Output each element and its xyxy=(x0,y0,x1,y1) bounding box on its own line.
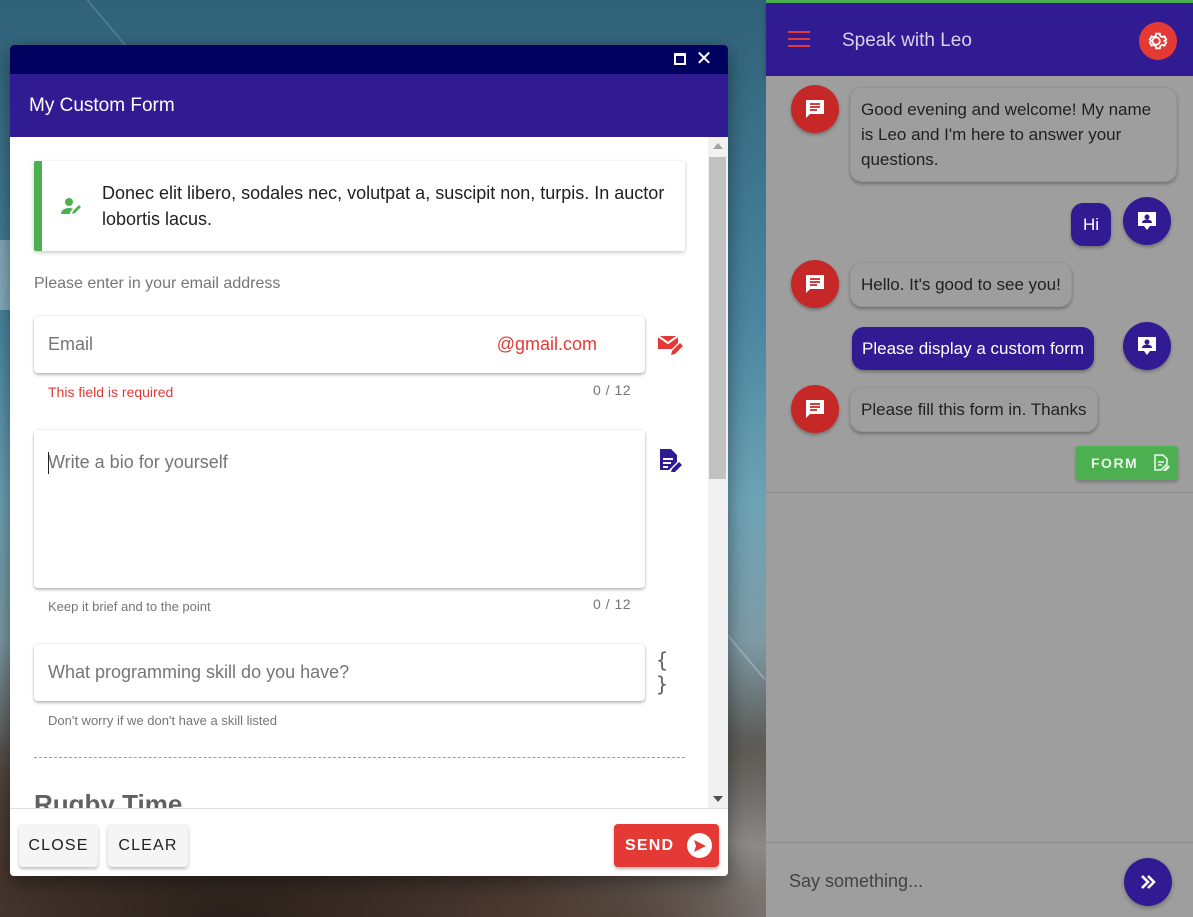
skill-input[interactable] xyxy=(48,644,628,701)
dialog-header: My Custom Form xyxy=(10,74,728,137)
text-caret xyxy=(48,452,49,474)
person-edit-icon xyxy=(42,194,102,218)
mail-edit-icon xyxy=(656,331,684,359)
scrollbar-thumb[interactable] xyxy=(709,157,726,479)
maximize-icon[interactable] xyxy=(671,50,689,68)
document-edit-icon xyxy=(1154,454,1171,471)
chat-header: Speak with Leo xyxy=(766,3,1193,76)
section-divider xyxy=(34,757,685,758)
clear-button[interactable]: CLEAR xyxy=(108,824,188,867)
bio-field-container xyxy=(34,430,645,588)
send-button-label: SEND xyxy=(625,836,675,854)
info-banner: Donec elit libero, sodales nec, volutpat… xyxy=(34,161,685,251)
gear-icon[interactable] xyxy=(1139,22,1177,60)
bio-textarea[interactable] xyxy=(48,450,628,570)
form-chip-label: FORM xyxy=(1091,455,1139,471)
chat-messages[interactable]: Good evening and welcome! My name is Leo… xyxy=(766,76,1193,492)
bio-counter: 0 / 12 xyxy=(593,596,632,612)
background-fragment xyxy=(0,240,10,310)
document-edit-icon xyxy=(656,447,684,475)
dialog-body[interactable]: Donec elit libero, sodales nec, volutpat… xyxy=(10,137,728,808)
email-counter: 0 / 12 xyxy=(593,382,632,398)
scroll-down-arrow[interactable] xyxy=(713,796,723,802)
dialog-window-bar: ✕ xyxy=(10,45,728,74)
user-avatar xyxy=(1123,322,1171,370)
user-avatar xyxy=(1123,197,1171,245)
bot-avatar xyxy=(791,85,839,133)
chat-message-bot: Hello. It's good to see you! xyxy=(850,262,1072,307)
chat-message-user: Hi xyxy=(1071,203,1111,246)
custom-form-dialog: ✕ My Custom Form Donec elit libero, soda… xyxy=(10,45,728,876)
chat-message-bot: Good evening and welcome! My name is Leo… xyxy=(850,87,1177,182)
close-button[interactable]: CLOSE xyxy=(19,824,98,867)
email-field-container: @gmail.com xyxy=(34,316,645,373)
chat-panel: Speak with Leo Good evening and welcome!… xyxy=(766,0,1193,917)
double-chevron-right-icon xyxy=(1141,875,1156,889)
bot-avatar xyxy=(791,385,839,433)
dialog-footer: CLOSE CLEAR SEND xyxy=(10,808,728,876)
chat-message-input[interactable] xyxy=(789,865,1109,897)
chat-input-bar xyxy=(766,842,1193,917)
chat-message-user: Please display a custom form xyxy=(852,327,1095,370)
bot-avatar xyxy=(791,260,839,308)
skill-help-text: Don't worry if we don't have a skill lis… xyxy=(48,713,277,728)
chat-message-bot: Please fill this form in. Thanks xyxy=(850,387,1098,432)
chat-empty-area xyxy=(766,492,1193,842)
scroll-up-arrow[interactable] xyxy=(713,143,723,149)
bio-help-text: Keep it brief and to the point xyxy=(48,599,211,614)
send-icon xyxy=(687,833,713,858)
email-suffix: @gmail.com xyxy=(496,334,597,354)
send-button[interactable]: SEND xyxy=(614,824,719,867)
banner-text: Donec elit libero, sodales nec, volutpat… xyxy=(102,183,665,229)
hamburger-menu-icon[interactable] xyxy=(788,31,810,49)
email-error: This field is required xyxy=(48,384,174,400)
scrollbar[interactable] xyxy=(708,137,728,808)
code-braces-icon: { } xyxy=(656,648,669,696)
dialog-title: My Custom Form xyxy=(29,94,175,116)
chat-title: Speak with Leo xyxy=(842,30,972,51)
close-icon[interactable]: ✕ xyxy=(695,49,713,69)
chat-send-button[interactable] xyxy=(1124,858,1172,906)
section-title: Rugby Time xyxy=(34,789,183,808)
open-form-button[interactable]: FORM xyxy=(1076,446,1178,480)
email-field[interactable] xyxy=(48,316,468,373)
email-instruction: Please enter in your email address xyxy=(34,275,281,292)
skill-field-container xyxy=(34,644,645,701)
